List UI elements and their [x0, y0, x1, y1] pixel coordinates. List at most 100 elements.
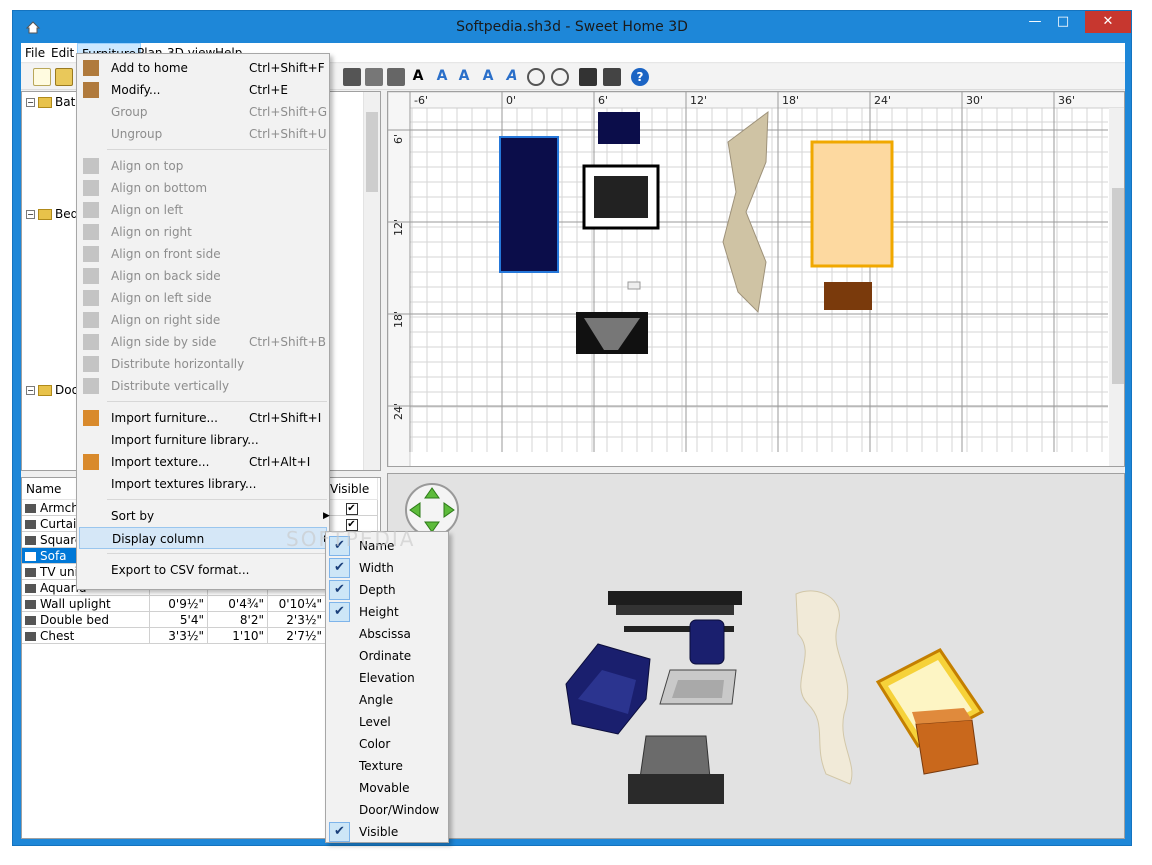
column-option-label: Movable [359, 781, 410, 795]
add-text-icon[interactable]: A [409, 68, 427, 86]
cell-name: Double bed [22, 612, 150, 628]
column-option-height[interactable]: ✔ Height [328, 601, 446, 623]
check-icon: ✔ [329, 822, 350, 842]
menu-item-distribute-horizontally[interactable]: Distribute horizontally [79, 353, 327, 375]
menu-item-distribute-vertically[interactable]: Distribute vertically [79, 375, 327, 397]
cell-width: 5'4" [150, 612, 208, 628]
bed-plan [810, 140, 894, 268]
menu-item-group[interactable]: Group Ctrl+Shift+G [79, 101, 327, 123]
cell-depth: 1'10" [208, 628, 268, 644]
ruler-label: 36' [1058, 94, 1075, 107]
menu-item-align-on-left-side[interactable]: Align on left side [79, 287, 327, 309]
furniture-icon [25, 552, 36, 561]
menu-item-align-on-back-side[interactable]: Align on back side [79, 265, 327, 287]
column-option-label: Level [359, 715, 391, 729]
cell-text: Sofa [40, 549, 67, 563]
menu-item-label: Align on right side [111, 313, 221, 327]
menu-item-import-furniture[interactable]: Import furniture... Ctrl+Shift+I [79, 407, 327, 429]
column-option-ordinate[interactable]: Ordinate [328, 645, 446, 667]
ruler-label: 24' [874, 94, 891, 107]
column-option-color[interactable]: Color [328, 733, 446, 755]
column-option-depth[interactable]: ✔ Depth [328, 579, 446, 601]
column-option-label: Elevation [359, 671, 415, 685]
create-video-icon[interactable] [603, 68, 621, 86]
column-option-visible[interactable]: ✔ Visible [328, 821, 446, 843]
menu-item-export-to-csv-format[interactable]: Export to CSV format... [79, 559, 327, 581]
sofa-3d [565, 643, 651, 735]
menu-file[interactable]: File [21, 43, 49, 63]
menu-item-add-to-home[interactable]: Add to home Ctrl+Shift+F [79, 57, 327, 79]
tv-3d [628, 735, 724, 804]
cell-text: Double bed [40, 613, 109, 627]
column-header-visible[interactable]: Visible [326, 478, 378, 500]
menu-item-import-textures-library[interactable]: Import textures library... [79, 473, 327, 495]
text-style-icon[interactable]: A [455, 68, 473, 86]
plan-canvas[interactable]: -6' 0' 6' 12' 18' 24' 30' 36' 6' 12' 18' 24' [388, 92, 1125, 467]
catalog-category-doors[interactable]: − Doo [26, 382, 79, 398]
column-option-width[interactable]: ✔ Width [328, 557, 446, 579]
scroll-thumb[interactable] [366, 112, 378, 192]
column-option-movable[interactable]: Movable [328, 777, 446, 799]
catalog-scrollbar[interactable] [363, 92, 380, 470]
menu-item-align-side-by-side[interactable]: Align side by side Ctrl+Shift+B [79, 331, 327, 353]
menu-item-sort-by[interactable]: Sort by ▶ [79, 505, 330, 527]
visible-checkbox[interactable]: ✔ [345, 502, 358, 515]
italic-icon[interactable]: A [503, 68, 521, 86]
plan-view[interactable]: -6' 0' 6' 12' 18' 24' 30' 36' 6' 12' 18' 24' [387, 91, 1125, 467]
cell-text: Wall uplight [40, 597, 111, 611]
help-icon[interactable]: ? [631, 68, 649, 86]
menu-item-align-on-top[interactable]: Align on top [79, 155, 327, 177]
cell-text: Chest [40, 629, 75, 643]
menu-item-align-on-front-side[interactable]: Align on front side [79, 243, 327, 265]
zoom-out-icon[interactable] [551, 68, 569, 86]
cell-visible[interactable]: ✔ [326, 500, 378, 516]
column-option-abscissa[interactable]: Abscissa [328, 623, 446, 645]
column-option-door-window[interactable]: Door/Window [328, 799, 446, 821]
menu-item-align-on-left[interactable]: Align on left [79, 199, 327, 221]
align-side-by-side-icon [83, 334, 99, 350]
catalog-category-bedroom[interactable]: − Bed [26, 206, 78, 222]
zoom-in-icon[interactable] [527, 68, 545, 86]
bold-icon[interactable]: A [479, 68, 497, 86]
minimize-button[interactable]: — [1021, 11, 1049, 33]
menu-edit[interactable]: Edit [47, 43, 78, 63]
menu-item-align-on-right-side[interactable]: Align on right side [79, 309, 327, 331]
furniture-icon [25, 568, 36, 577]
create-photo-icon[interactable] [579, 68, 597, 86]
menu-item-import-furniture-library[interactable]: Import furniture library... [79, 429, 327, 451]
menu-item-label: Align on bottom [111, 181, 208, 195]
horizontal-ruler [388, 92, 1124, 109]
3d-view[interactable] [387, 473, 1125, 839]
column-option-texture[interactable]: Texture [328, 755, 446, 777]
new-home-icon[interactable] [33, 68, 51, 86]
column-option-elevation[interactable]: Elevation [328, 667, 446, 689]
menu-item-modify[interactable]: Modify... Ctrl+E [79, 79, 327, 101]
column-option-level[interactable]: Level [328, 711, 446, 733]
menu-item-ungroup[interactable]: Ungroup Ctrl+Shift+U [79, 123, 327, 145]
ruler-label: 6' [392, 134, 405, 144]
catalog-category-bathroom[interactable]: − Bat [26, 94, 75, 110]
chest-plan [824, 282, 872, 310]
title-bar[interactable]: Softpedia.sh3d - Sweet Home 3D — □ ✕ [13, 11, 1131, 44]
cell-width: 3'3½" [150, 628, 208, 644]
menu-item-label: Import textures library... [111, 477, 257, 491]
add-furniture-icon [83, 60, 99, 76]
close-button[interactable]: ✕ [1085, 11, 1131, 33]
create-walls-icon[interactable] [343, 68, 361, 86]
folder-icon [38, 97, 52, 108]
furniture-icon [25, 632, 36, 641]
create-dimensions-icon[interactable] [387, 68, 405, 86]
menu-item-import-texture[interactable]: Import texture... Ctrl+Alt+I [79, 451, 327, 473]
menu-item-align-on-right[interactable]: Align on right [79, 221, 327, 243]
maximize-button[interactable]: □ [1049, 11, 1077, 33]
menu-item-align-on-bottom[interactable]: Align on bottom [79, 177, 327, 199]
column-option-angle[interactable]: Angle [328, 689, 446, 711]
menu-item-shortcut: Ctrl+Shift+I [249, 411, 322, 425]
column-option-label: Height [359, 605, 399, 619]
curtain-3d [795, 590, 853, 785]
furniture-menu: Add to home Ctrl+Shift+F Modify... Ctrl+E Gr… [76, 53, 331, 590]
open-icon[interactable] [55, 68, 73, 86]
text-style-icon[interactable]: A [433, 68, 451, 86]
align-back-icon [83, 268, 99, 284]
create-rooms-icon[interactable] [365, 68, 383, 86]
